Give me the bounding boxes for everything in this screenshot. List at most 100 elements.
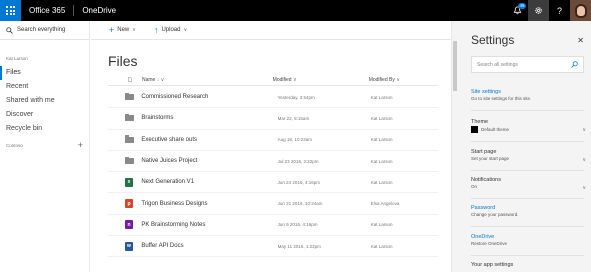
app-name[interactable]: OneDrive — [82, 6, 116, 15]
chevron-down-icon: ∨ — [582, 185, 586, 191]
site-settings-link[interactable]: Site settings Go to site settings for th… — [471, 89, 584, 101]
divider — [471, 255, 584, 256]
search-icon — [571, 61, 578, 68]
new-label: New — [117, 27, 130, 33]
file-row[interactable]: Commissioned Research Yesterday, 3:54pm … — [108, 87, 438, 109]
theme-title: Theme — [471, 119, 489, 125]
password-desc: Change your password. — [471, 212, 519, 217]
file-row[interactable]: Executive share outs Aug 18, 10:23am Kat… — [108, 130, 438, 151]
site-settings-title: Site settings — [471, 89, 501, 95]
search-everything-box[interactable]: Search everything — [0, 21, 89, 40]
upload-button[interactable]: ↑ Upload ∨ — [154, 25, 187, 35]
nav-item-discover[interactable]: Discover — [0, 108, 89, 122]
nav-item-files[interactable]: Files — [0, 66, 89, 80]
app-launcher-button[interactable] — [0, 0, 21, 21]
divider — [471, 226, 584, 227]
left-navigation: Search everything Kat Larson Files Recen… — [0, 21, 90, 272]
file-modified-by: Kat Larson — [370, 158, 393, 164]
excel-icon: x — [125, 177, 133, 187]
app-settings-section: Your app settings — [471, 262, 584, 268]
file-modified: Mar 22, 8:15am — [277, 115, 310, 121]
chevron-down-icon: ∨ — [582, 157, 586, 163]
file-name[interactable]: Native Juices Project — [141, 158, 277, 164]
start-page-title: Start page — [471, 149, 497, 155]
help-button[interactable]: ? — [549, 0, 570, 21]
divider — [471, 198, 584, 199]
file-name[interactable]: Executive share outs — [141, 137, 277, 143]
file-row[interactable]: Brainstorms Mar 22, 8:15am Kat Larson — [108, 108, 438, 130]
divider — [471, 141, 584, 142]
start-page-setting[interactable]: Start page Set your start page ∨ — [471, 149, 586, 163]
command-bar: + New ∨ ↑ Upload ∨ — [91, 21, 451, 40]
notifications-button[interactable]: 46 — [507, 0, 528, 21]
settings-search-input[interactable]: Search all settings — [471, 56, 584, 73]
app-settings-title: Your app settings — [471, 262, 514, 268]
password-link[interactable]: Password Change your password. — [471, 205, 584, 217]
plus-icon: + — [109, 25, 115, 35]
modified-column-header[interactable]: Modified ∨ — [273, 77, 369, 83]
word-icon: w — [125, 241, 133, 251]
brand-link[interactable]: Office 365 — [29, 6, 65, 15]
file-name[interactable]: Trigon Business Designs — [141, 201, 277, 207]
file-name[interactable]: Next Generation V1 — [141, 179, 277, 185]
file-name[interactable]: PK Brainstorming Notes — [141, 222, 277, 228]
new-button[interactable]: + New ∨ — [109, 25, 136, 35]
chevron-down-icon: ∨ — [132, 27, 136, 33]
nav-group-contoso: Contoso + — [0, 138, 89, 152]
file-name[interactable]: Brainstorms — [141, 115, 277, 121]
site-settings-desc: Go to site settings for this site. — [471, 96, 532, 101]
add-group-icon[interactable]: + — [78, 140, 83, 150]
file-row[interactable]: w Buffer API Docs May 11 2016, 1:22pm Ka… — [108, 236, 438, 258]
chevron-down-icon: ∨ — [183, 27, 188, 33]
file-modified-by: Kat Larson — [370, 222, 393, 228]
waffle-icon — [6, 6, 15, 15]
file-row[interactable]: Native Juices Project Jul 23 2016, 2:22p… — [108, 151, 438, 173]
file-modified: Jun 21 2016, 10:24am — [277, 201, 323, 207]
onedrive-desc: Restore OneDrive — [471, 241, 508, 246]
upload-label: Upload — [161, 27, 181, 33]
modified-by-column-header[interactable]: Modified By ∨ — [369, 77, 438, 83]
notifications-value: On — [471, 184, 478, 189]
theme-swatch — [471, 126, 478, 133]
header-divider — [73, 5, 75, 16]
file-modified-by: Kat Larson — [370, 115, 393, 121]
file-row[interactable]: n PK Brainstorming Notes Jun 9 2016, 4:1… — [108, 215, 438, 237]
file-modified-by: Kat Larson — [370, 179, 393, 185]
chevron-down-icon: ∨ — [396, 76, 400, 83]
search-icon — [6, 26, 13, 34]
nav-item-recycle-bin[interactable]: Recycle bin — [0, 122, 89, 136]
file-row[interactable]: x Next Generation V1 Jun 24 2016, 4:16pm… — [108, 172, 438, 194]
onedrive-title: OneDrive — [471, 234, 495, 240]
nav-group-label: Contoso — [6, 142, 23, 148]
page-title: Files — [108, 53, 138, 69]
start-page-value: Set your start page — [471, 156, 510, 161]
notifications-setting[interactable]: Notifications On ∨ — [471, 177, 586, 191]
divider — [471, 110, 584, 111]
file-name[interactable]: Commissioned Research — [141, 94, 277, 100]
file-row[interactable]: p Trigon Business Designs Jun 21 2016, 1… — [108, 193, 438, 215]
user-avatar[interactable] — [570, 0, 591, 21]
close-icon[interactable]: ✕ — [577, 36, 584, 45]
nav-user-name: Kat Larson — [6, 56, 28, 61]
settings-pane: Settings ✕ Search all settings Site sett… — [457, 21, 591, 272]
onedrive-link[interactable]: OneDrive Restore OneDrive — [471, 234, 584, 246]
file-type-column-header[interactable] — [108, 76, 132, 83]
settings-title: Settings — [471, 33, 515, 47]
onenote-icon: n — [125, 220, 133, 230]
folder-icon — [125, 113, 134, 122]
name-column-header[interactable]: Name ↓ ∨ — [132, 77, 273, 83]
theme-setting[interactable]: Theme Default theme ∨ — [471, 119, 586, 133]
search-everything-placeholder: Search everything — [17, 27, 66, 33]
folder-icon — [125, 135, 134, 143]
file-modified: Jun 24 2016, 4:16pm — [277, 179, 320, 185]
file-modified: Jul 23 2016, 2:22pm — [277, 158, 319, 164]
file-name[interactable]: Buffer API Docs — [141, 243, 277, 249]
settings-button[interactable] — [528, 0, 549, 21]
file-modified: Jun 9 2016, 4:16pm — [277, 222, 318, 228]
suite-header: Office 365 OneDrive 46 ? — [0, 0, 591, 21]
nav-item-shared-with-me[interactable]: Shared with me — [0, 94, 89, 108]
nav-item-recent[interactable]: Recent — [0, 80, 89, 94]
file-modified-by: Kat Larson — [370, 137, 393, 143]
folder-icon — [125, 92, 134, 101]
notifications-title: Notifications — [471, 177, 501, 183]
